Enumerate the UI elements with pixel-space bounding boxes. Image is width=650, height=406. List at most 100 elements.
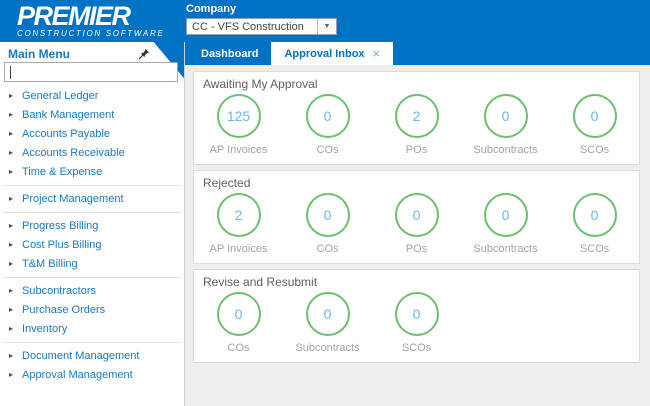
tab-approval-inbox[interactable]: Approval Inbox × <box>271 42 394 65</box>
tab-dashboard[interactable]: Dashboard <box>188 42 271 65</box>
approval-counter[interactable]: 0 SCOs <box>372 292 461 354</box>
counter-circle[interactable]: 0 <box>572 193 617 237</box>
pushpin-icon[interactable] <box>137 47 151 61</box>
sidebar-menu-item[interactable]: ▸ Progress Billing <box>0 216 184 235</box>
expand-arrow-icon: ▸ <box>9 148 14 157</box>
counter-circle[interactable]: 0 <box>216 292 261 336</box>
chevron-down-icon[interactable]: ▼ <box>317 19 336 34</box>
counter-circle[interactable]: 0 <box>394 193 439 237</box>
logo-subtitle: CONSTRUCTION SOFTWARE <box>17 29 165 38</box>
counter-value: 0 <box>412 207 421 223</box>
expand-arrow-icon: ▸ <box>9 194 14 203</box>
counter-value: 0 <box>323 108 332 124</box>
sidebar-menu-item-label: General Ledger <box>22 89 99 102</box>
sidebar-title: Main Menu <box>8 47 70 61</box>
sidebar-menu-item-label: Approval Management <box>22 368 133 381</box>
menu-search-input[interactable] <box>4 62 178 82</box>
sidebar-menu-item[interactable]: ▸ Purchase Orders <box>0 300 184 319</box>
approval-section-card: Revise and Resubmit 0 COs 0 Subcontracts… <box>193 269 640 363</box>
expand-arrow-icon: ▸ <box>9 351 14 360</box>
counter-circle[interactable]: 125 <box>216 94 261 138</box>
close-icon[interactable]: × <box>373 47 381 60</box>
counter-circle[interactable]: 0 <box>483 94 528 138</box>
sidebar-menu-item[interactable]: ▸ Accounts Receivable <box>0 143 184 162</box>
expand-arrow-icon: ▸ <box>9 240 14 249</box>
counter-circle[interactable]: 0 <box>483 193 528 237</box>
approval-counter[interactable]: 0 POs <box>372 193 461 255</box>
counter-label: Subcontracts <box>473 243 538 255</box>
sidebar-menu-item[interactable]: ▸ Subcontractors <box>0 281 184 300</box>
sidebar-menu: ▸ General Ledger ▸ Bank Management ▸ Acc… <box>0 86 184 384</box>
counter-label: POs <box>405 243 428 255</box>
sidebar-menu-item[interactable]: ▸ T&M Billing <box>0 254 184 273</box>
sidebar-menu-item-label: Cost Plus Billing <box>22 238 102 251</box>
sidebar-menu-item-label: Purchase Orders <box>22 303 106 316</box>
approval-counter[interactable]: 2 AP Invoices <box>194 193 283 255</box>
tab-bar: Dashboard Approval Inbox × <box>185 42 650 65</box>
counter-grid: 2 AP Invoices 0 COs 0 POs 0 Subcontracts… <box>194 193 639 255</box>
counter-circle[interactable]: 0 <box>305 193 350 237</box>
approval-counter[interactable]: 0 COs <box>283 193 372 255</box>
counter-value: 0 <box>323 207 332 223</box>
sidebar-menu-item[interactable]: ▸ Document Management <box>0 346 184 365</box>
sidebar-menu-item[interactable]: ▸ Cost Plus Billing <box>0 235 184 254</box>
sidebar-menu-item[interactable]: ▸ Accounts Payable <box>0 124 184 143</box>
sidebar-menu-item-label: Inventory <box>22 322 68 335</box>
expand-arrow-icon: ▸ <box>9 91 14 100</box>
expand-arrow-icon: ▸ <box>9 324 14 333</box>
approval-counter[interactable]: 2 POs <box>372 94 461 156</box>
sidebar-menu-item[interactable]: ▸ Project Management <box>0 189 184 208</box>
expand-arrow-icon: ▸ <box>9 305 14 314</box>
counter-label: COs <box>227 342 250 354</box>
company-dropdown[interactable]: CC - VFS Construction ▼ <box>186 18 337 35</box>
sidebar-menu-item-label: Time & Expense <box>22 165 103 178</box>
sidebar-menu-item[interactable]: ▸ Inventory <box>0 319 184 338</box>
sidebar-menu-item-label: Bank Management <box>22 108 115 121</box>
sidebar-menu-item[interactable]: ▸ General Ledger <box>0 86 184 105</box>
sidebar-menu-item-label: Project Management <box>22 192 124 205</box>
counter-label: SCOs <box>401 342 432 354</box>
counter-circle[interactable]: 2 <box>394 94 439 138</box>
company-selected-value: CC - VFS Construction <box>192 20 304 33</box>
counter-circle[interactable]: 0 <box>572 94 617 138</box>
menu-separator <box>3 185 181 186</box>
section-title: Revise and Resubmit <box>203 275 318 289</box>
approval-inbox-content: Awaiting My Approval 125 AP Invoices 0 C… <box>186 65 650 406</box>
counter-value: 125 <box>226 108 251 124</box>
expand-arrow-icon: ▸ <box>9 259 14 268</box>
approval-counter[interactable]: 125 AP Invoices <box>194 94 283 156</box>
counter-label: Subcontracts <box>295 342 360 354</box>
company-selector: Company CC - VFS Construction ▼ <box>186 3 337 35</box>
approval-counter[interactable]: 0 Subcontracts <box>461 193 550 255</box>
counter-circle[interactable]: 0 <box>305 94 350 138</box>
section-title: Rejected <box>203 176 251 190</box>
tab-label: Dashboard <box>201 47 259 60</box>
sidebar-menu-item[interactable]: ▸ Bank Management <box>0 105 184 124</box>
counter-value: 0 <box>501 207 510 223</box>
counter-value: 0 <box>590 207 599 223</box>
expand-arrow-icon: ▸ <box>9 110 14 119</box>
menu-separator <box>3 342 181 343</box>
counter-label: AP Invoices <box>209 243 268 255</box>
approval-counter[interactable]: 0 COs <box>194 292 283 354</box>
counter-circle[interactable]: 0 <box>305 292 350 336</box>
counter-label: AP Invoices <box>209 144 268 156</box>
approval-counter[interactable]: 0 SCOs <box>550 94 639 156</box>
approval-counter[interactable]: 0 Subcontracts <box>461 94 550 156</box>
counter-circle[interactable]: 0 <box>394 292 439 336</box>
approval-counter[interactable]: 0 COs <box>283 94 372 156</box>
counter-circle[interactable]: 2 <box>216 193 261 237</box>
sidebar-menu-item-label: Accounts Receivable <box>22 146 125 159</box>
sidebar-menu-item-label: Subcontractors <box>22 284 96 297</box>
sidebar-menu-item-label: Progress Billing <box>22 219 99 232</box>
sidebar-menu-item[interactable]: ▸ Time & Expense <box>0 162 184 181</box>
expand-arrow-icon: ▸ <box>9 129 14 138</box>
sidebar-menu-item[interactable]: ▸ Approval Management <box>0 365 184 384</box>
expand-arrow-icon: ▸ <box>9 370 14 379</box>
tab-label: Approval Inbox <box>284 47 365 60</box>
approval-counter[interactable]: 0 Subcontracts <box>283 292 372 354</box>
counter-value: 0 <box>501 108 510 124</box>
sidebar-menu-item-label: T&M Billing <box>22 257 78 270</box>
approval-counter[interactable]: 0 SCOs <box>550 193 639 255</box>
counter-label: COs <box>316 243 339 255</box>
